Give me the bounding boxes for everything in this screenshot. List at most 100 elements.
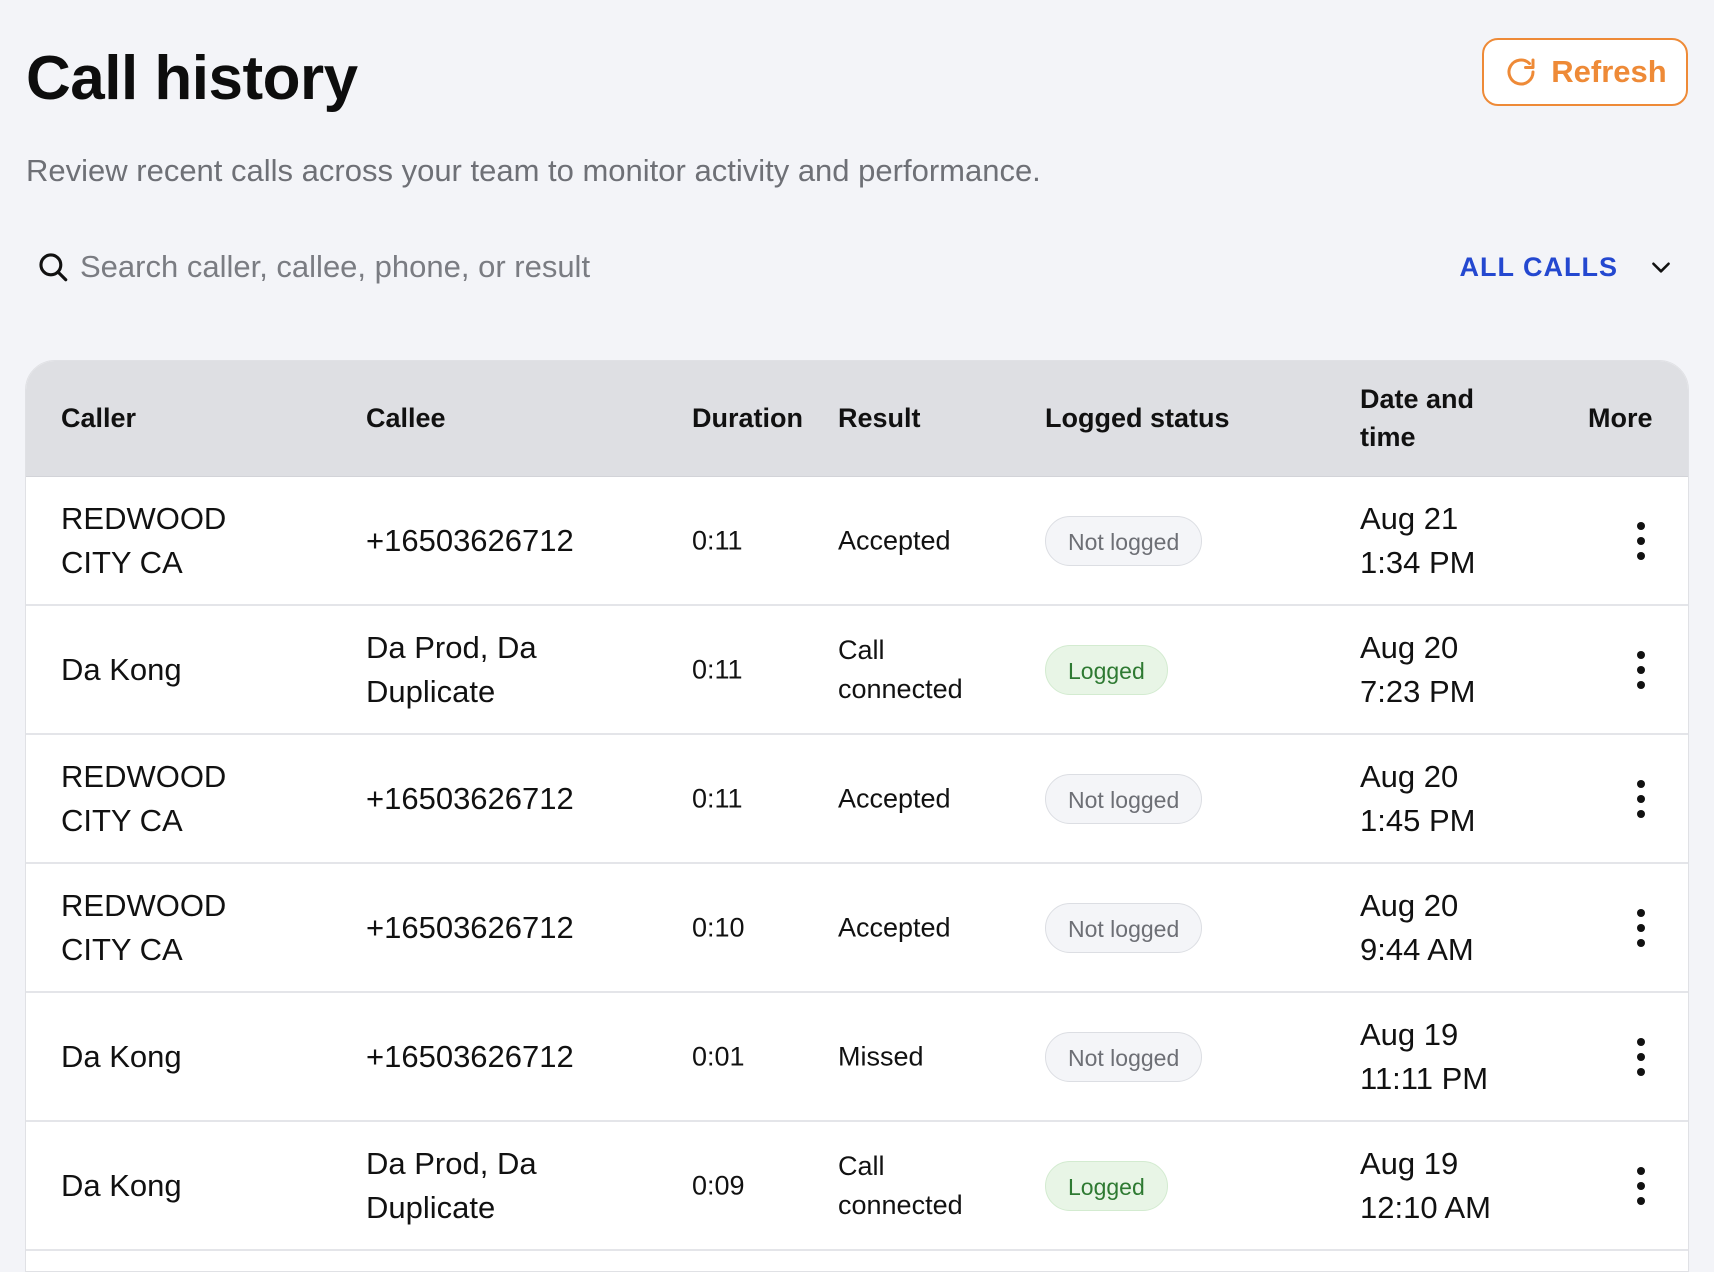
call-time: 1:34 PM: [1360, 544, 1476, 580]
call-date: Aug 19: [1360, 1145, 1459, 1181]
call-filter-dropdown[interactable]: ALL CALLS: [1460, 236, 1675, 298]
call-date: Aug 20: [1360, 758, 1459, 794]
logged-status-badge: Logged: [1045, 644, 1168, 695]
column-header-callee[interactable]: Callee: [366, 399, 446, 437]
logged-status-badge: Not logged: [1045, 1031, 1203, 1082]
refresh-button[interactable]: Refresh: [1482, 38, 1688, 106]
table-row[interactable]: REDWOOD CITY CA +16503626712 0:11 Accepted No…: [26, 477, 1688, 606]
call-time: 1:45 PM: [1360, 802, 1476, 838]
search-input[interactable]: [80, 249, 980, 285]
caller-cell-line: CITY CA: [61, 931, 183, 967]
caller-cell: Da Kong: [61, 1164, 182, 1208]
column-header-logged-status[interactable]: Logged status: [1045, 399, 1230, 437]
callee-cell-line: +16503626712: [366, 780, 574, 816]
call-filter-selected: ALL CALLS: [1459, 251, 1618, 282]
table-row[interactable]: Da Kong Da Prod, Da Duplicate 0:11 Call conne…: [26, 606, 1688, 735]
more-vertical-icon[interactable]: [1626, 774, 1656, 824]
call-date: Aug 19: [1360, 1016, 1459, 1052]
result-cell: Missed: [838, 1037, 924, 1076]
table-row[interactable]: Da Kong Da Prod, Da Duplicate 0:09 Call conne…: [26, 1122, 1688, 1251]
duration-cell: 0:11: [692, 525, 743, 555]
column-header-more: More: [1588, 403, 1653, 433]
column-header-date-time-line1: Date and: [1360, 384, 1475, 414]
column-header-result[interactable]: Result: [838, 399, 921, 437]
callee-cell: +16503626712: [366, 519, 574, 563]
caller-cell: Da Kong: [61, 1035, 182, 1079]
caller-cell-line: REDWOOD: [61, 758, 227, 794]
call-time: 11:11 PM: [1360, 1060, 1489, 1096]
caller-cell-line: CITY CA: [61, 544, 183, 580]
callee-cell: +16503626712: [366, 777, 574, 821]
date-time-cell: Aug 19 12:10 AM: [1360, 1142, 1491, 1230]
caller-cell-line: REDWOOD: [61, 500, 227, 536]
caller-cell: Da Kong: [61, 648, 182, 692]
callee-cell-line: +16503626712: [366, 522, 574, 558]
page-header: Call history Review recent calls across …: [26, 38, 1688, 190]
column-header-duration[interactable]: Duration: [692, 399, 803, 437]
callee-cell-line: +16503626712: [366, 909, 574, 945]
duration-cell: 0:09: [692, 1170, 745, 1200]
refresh-icon: [1503, 54, 1539, 90]
result-cell: Accepted: [838, 521, 951, 560]
call-date: Aug 20: [1360, 629, 1459, 665]
table-header: Caller Callee Duration Result Logged sta…: [26, 361, 1688, 477]
call-time: 9:44 AM: [1360, 931, 1474, 967]
date-time-cell: Aug 21 1:34 PM: [1360, 497, 1475, 585]
more-vertical-icon[interactable]: [1626, 516, 1656, 566]
call-time: 7:23 PM: [1360, 673, 1476, 709]
caller-cell-line: Da Kong: [61, 1038, 182, 1074]
callee-cell-line: Da Prod, Da: [366, 1145, 537, 1181]
search-bar: ALL CALLS: [26, 236, 1688, 298]
page-title: Call history: [26, 44, 358, 113]
more-vertical-icon[interactable]: [1626, 1032, 1656, 1082]
result-cell-line: connected: [838, 1189, 963, 1220]
caller-cell-line: REDWOOD: [61, 887, 227, 923]
logged-status-badge: Not logged: [1045, 902, 1203, 953]
duration-cell: 0:11: [692, 783, 743, 813]
table-row[interactable]: Da Kong +16503626712 0:01 Missed Not logged A…: [26, 993, 1688, 1122]
callee-cell: Da Prod, Da Duplicate: [366, 626, 537, 714]
column-header-date-time[interactable]: Date and time: [1360, 380, 1474, 456]
result-cell: Call connected: [838, 631, 963, 709]
result-cell: Accepted: [838, 908, 951, 947]
search-icon: [36, 250, 70, 284]
call-history-table: Caller Callee Duration Result Logged sta…: [25, 360, 1689, 1272]
callee-cell-line: +16503626712: [366, 1038, 574, 1074]
column-header-date-time-line2: time: [1360, 422, 1416, 452]
table-row[interactable]: REDWOOD CITY CA +16503626712 0:10 Accepted No…: [26, 864, 1688, 993]
callee-cell-line: Duplicate: [366, 1189, 496, 1225]
refresh-label: Refresh: [1551, 54, 1667, 89]
caller-cell-line: Da Kong: [61, 1167, 182, 1203]
column-header-caller[interactable]: Caller: [61, 399, 136, 437]
table-row[interactable]: REDWOOD CITY CA +16503626712 0:11 Accepted No…: [26, 735, 1688, 864]
logged-status-badge: Logged: [1045, 1160, 1168, 1211]
page-subtitle: Review recent calls across your team to …: [26, 153, 1041, 188]
result-cell: Call connected: [838, 1147, 963, 1225]
result-cell-line: Accepted: [838, 525, 951, 555]
table-body: REDWOOD CITY CA +16503626712 0:11 Accepted No…: [26, 477, 1688, 1251]
duration-cell: 0:01: [692, 1041, 745, 1071]
call-time: 12:10 AM: [1360, 1189, 1491, 1225]
result-cell: Accepted: [838, 779, 951, 818]
more-vertical-icon[interactable]: [1626, 903, 1656, 953]
logged-status-badge: Not logged: [1045, 773, 1203, 824]
result-cell-line: Call: [838, 1150, 885, 1181]
chevron-down-icon: [1648, 254, 1674, 280]
more-vertical-icon[interactable]: [1626, 645, 1656, 695]
caller-cell-line: Da Kong: [61, 651, 182, 687]
duration-cell: 0:11: [692, 654, 743, 684]
callee-cell-line: Duplicate: [366, 673, 496, 709]
date-time-cell: Aug 20 7:23 PM: [1360, 626, 1475, 714]
date-time-cell: Aug 20 1:45 PM: [1360, 755, 1475, 843]
date-time-cell: Aug 20 9:44 AM: [1360, 884, 1474, 972]
result-cell-line: connected: [838, 673, 963, 704]
call-date: Aug 21: [1360, 500, 1459, 536]
caller-cell: REDWOOD CITY CA: [61, 884, 226, 972]
more-vertical-icon[interactable]: [1626, 1161, 1656, 1211]
callee-cell: +16503626712: [366, 1035, 574, 1079]
logged-status-badge: Not logged: [1045, 515, 1203, 566]
result-cell-line: Call: [838, 634, 885, 665]
callee-cell-line: Da Prod, Da: [366, 629, 537, 665]
result-cell-line: Accepted: [838, 912, 951, 942]
caller-cell-line: CITY CA: [61, 802, 183, 838]
